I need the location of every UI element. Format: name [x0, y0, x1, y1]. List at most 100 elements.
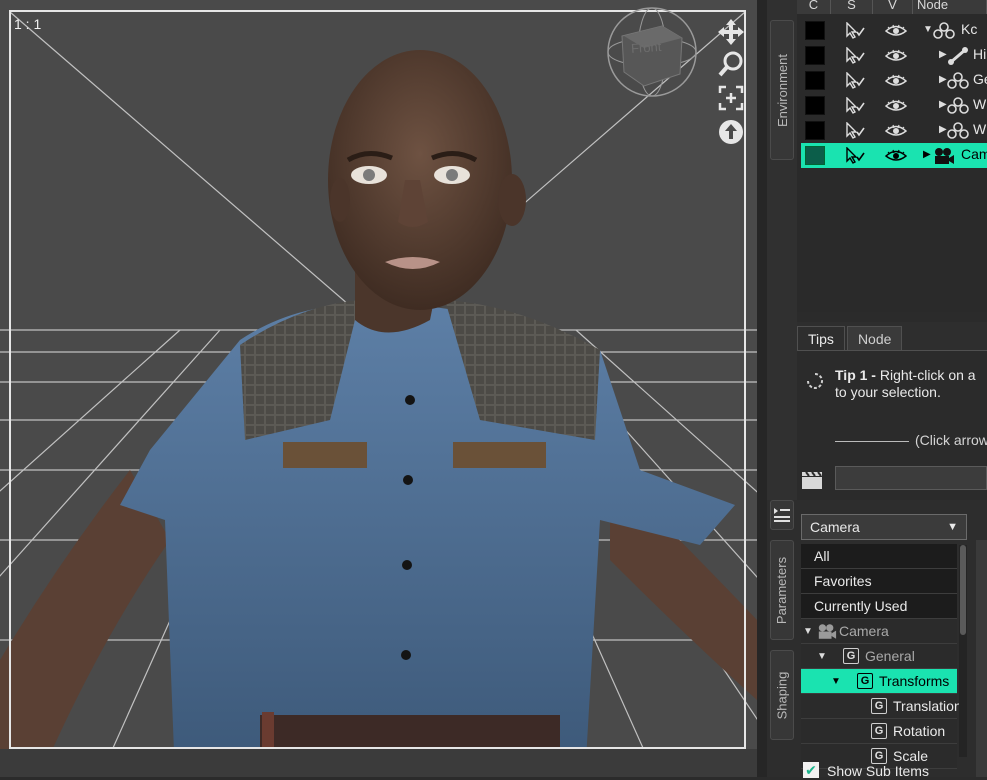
scrollbar-thumb[interactable] [960, 545, 966, 635]
tip-link[interactable]: (Click arrow [835, 432, 987, 448]
parameter-tree-item[interactable]: ▼ Camera [801, 619, 957, 644]
figure-icon [933, 22, 955, 43]
tab-parameters-label: Parameters [774, 556, 790, 624]
tab-environment[interactable]: Environment [770, 20, 794, 160]
parameter-tree-item[interactable]: ▼ G Transforms [801, 669, 957, 694]
frame-selection-icon[interactable] [714, 82, 748, 114]
selectable-cursor-icon[interactable] [845, 46, 865, 67]
zoom-tool-icon[interactable] [714, 48, 748, 80]
scene-row[interactable]: ▶ Ge [801, 68, 987, 93]
visibility-eye-icon[interactable] [884, 24, 908, 40]
node-color-swatch[interactable] [805, 121, 825, 140]
expand-right-icon[interactable]: ▶ [939, 99, 947, 110]
orbit-tool-icon[interactable] [714, 116, 748, 148]
selectable-cursor-icon[interactable] [845, 121, 865, 142]
node-color-swatch[interactable] [805, 46, 825, 65]
scene-row[interactable]: ▼ Kc [801, 18, 987, 43]
tip-text: Right-click on a [875, 367, 976, 383]
group-icon: G [871, 698, 887, 714]
tip-title: Tip 1 - Right-click on a [835, 367, 976, 383]
pan-tool-icon[interactable] [714, 16, 748, 48]
tab-environment-label: Environment [774, 53, 790, 127]
parameter-filter-item[interactable]: All [801, 544, 957, 569]
parameter-group-label: Translation [893, 698, 962, 714]
parameter-group-label: Rotation [893, 723, 946, 739]
selectable-cursor-icon[interactable] [845, 96, 865, 117]
expand-down-icon[interactable]: ▼ [817, 644, 827, 669]
selectable-cursor-icon[interactable] [845, 71, 865, 92]
tab-node[interactable]: Node [846, 326, 903, 350]
expand-right-icon[interactable]: ▶ [939, 124, 947, 135]
camera-icon [818, 624, 837, 639]
column-header-c[interactable]: C [797, 0, 831, 14]
scene-node-label: W [973, 96, 987, 112]
view-cube-face-label: Front [630, 38, 662, 57]
parameter-filter-item[interactable]: Currently Used [801, 594, 957, 619]
parameter-sliders-edge [976, 540, 987, 777]
parameter-tree-item[interactable]: G Rotation [801, 719, 957, 744]
figure-icon [947, 122, 969, 143]
visibility-eye-icon[interactable] [884, 124, 908, 140]
column-header-s[interactable]: S [831, 0, 873, 14]
scene-node-label: W [973, 121, 987, 137]
scene-node-label: Cam [961, 146, 987, 162]
selectable-cursor-icon[interactable] [845, 21, 865, 42]
node-color-swatch[interactable] [805, 96, 825, 115]
visibility-eye-icon[interactable] [884, 74, 908, 90]
scene-column-headers: C S V Node [797, 0, 987, 14]
viewport-aspect-ratio: 1 : 1 [14, 16, 42, 32]
group-icon: G [843, 648, 859, 664]
parameters-scrollbar[interactable] [959, 545, 967, 757]
scene-row[interactable]: ▶ W [801, 93, 987, 118]
expand-right-icon[interactable]: ▶ [923, 149, 931, 160]
visibility-eye-icon[interactable] [884, 99, 908, 115]
expand-down-icon[interactable]: ▼ [803, 619, 813, 644]
tab-parameters[interactable]: Parameters [770, 540, 794, 640]
bone-icon [947, 47, 969, 68]
parameter-filter-item[interactable]: Favorites [801, 569, 957, 594]
parameter-tree-item[interactable]: G Translation [801, 694, 962, 719]
show-sub-items-toggle[interactable]: ✔ Show Sub Items [803, 762, 929, 780]
expand-right-icon[interactable]: ▶ [939, 74, 947, 85]
parameter-tree-item[interactable]: ▼ G General [801, 644, 957, 669]
parameter-group-label: Transforms [879, 673, 950, 689]
dropdown-value: Camera [810, 519, 860, 535]
3d-viewport[interactable]: 1 : 1 Front [0, 0, 757, 777]
show-sub-items-checkbox[interactable]: ✔ [803, 762, 819, 779]
node-color-swatch[interactable] [805, 21, 825, 40]
scene-row[interactable]: ▶ Hi [801, 43, 987, 68]
scene-row[interactable]: ▶ Cam [801, 143, 987, 168]
group-icon: G [871, 748, 887, 764]
visibility-eye-icon[interactable] [884, 149, 908, 165]
parameter-group-label: Camera [839, 623, 889, 639]
visibility-eye-icon[interactable] [884, 49, 908, 65]
tab-shaping[interactable]: Shaping [770, 650, 794, 740]
scene-node-label: Kc [961, 21, 978, 37]
chevron-down-icon: ▼ [947, 521, 958, 533]
group-icon: G [857, 673, 873, 689]
node-color-swatch[interactable] [805, 146, 825, 165]
tab-tips[interactable]: Tips [797, 326, 845, 350]
viewport-bottom-bar [0, 749, 757, 777]
expand-down-icon[interactable]: ▼ [923, 24, 933, 35]
tip-navigation-bar[interactable] [835, 466, 987, 490]
tips-tab-bar: Tips Node [797, 326, 904, 350]
column-header-node[interactable]: Node [913, 0, 987, 14]
panel-menu-icon[interactable] [770, 500, 794, 530]
loading-spinner-icon [807, 373, 823, 389]
selectable-cursor-icon[interactable] [845, 146, 865, 167]
group-icon: G [871, 723, 887, 739]
panel-divider[interactable] [757, 0, 767, 777]
node-select-dropdown[interactable]: Camera ▼ [801, 514, 967, 540]
node-color-swatch[interactable] [805, 71, 825, 90]
scene-node-label: Ge [973, 71, 987, 87]
figure-icon [947, 97, 969, 118]
parameter-group-label: General [865, 648, 915, 664]
expand-right-icon[interactable]: ▶ [939, 49, 947, 60]
tab-shaping-label: Shaping [774, 671, 790, 719]
column-header-v[interactable]: V [873, 0, 913, 14]
clapboard-icon[interactable] [801, 470, 823, 490]
expand-down-icon[interactable]: ▼ [831, 669, 841, 694]
camera-frame [9, 10, 746, 749]
scene-row[interactable]: ▶ W [801, 118, 987, 143]
